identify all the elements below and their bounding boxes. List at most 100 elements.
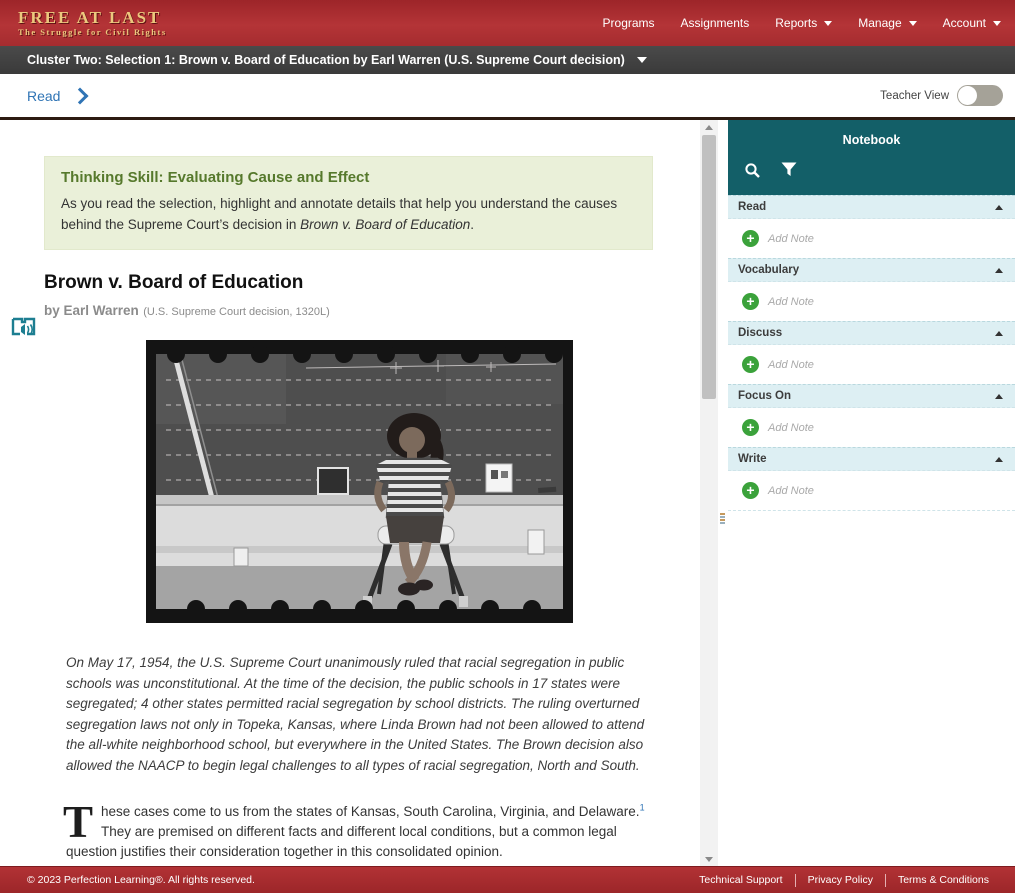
notebook-panel: Notebook Read + Add Note Vocabulary + Ad… xyxy=(728,120,1015,866)
scroll-down-arrow[interactable] xyxy=(700,852,718,866)
top-nav: Programs Assignments Reports Manage Acco… xyxy=(603,16,1001,30)
section-label: Read xyxy=(738,201,767,213)
content-scrollbar[interactable] xyxy=(700,120,718,866)
section-header-vocabulary[interactable]: Vocabulary xyxy=(728,258,1015,282)
skill-text-italic: Brown v. Board of Education xyxy=(300,217,471,232)
notebook-section-vocabulary: Vocabulary + Add Note xyxy=(728,258,1015,321)
nav-label: Manage xyxy=(858,16,902,30)
read-aloud-button[interactable] xyxy=(10,316,38,345)
breadcrumb[interactable]: Read xyxy=(27,87,89,104)
search-icon xyxy=(745,163,760,178)
section-body: + Add Note xyxy=(728,408,1015,447)
scroll-up-arrow[interactable] xyxy=(700,120,718,134)
section-header-write[interactable]: Write xyxy=(728,447,1015,471)
filter-icon xyxy=(781,162,797,176)
collapse-icon xyxy=(995,456,1003,462)
byline: by Earl Warren (U.S. Supreme Court decis… xyxy=(44,302,700,320)
paragraph-text: hese cases come to us from the states of… xyxy=(101,804,640,819)
technical-support-link[interactable]: Technical Support xyxy=(687,874,794,886)
teacher-view-label: Teacher View xyxy=(880,89,949,102)
add-note-label: Add Note xyxy=(768,358,814,371)
nav-reports[interactable]: Reports xyxy=(775,16,833,30)
nav-assignments[interactable]: Assignments xyxy=(681,16,750,30)
dropcap: T xyxy=(63,797,94,847)
add-note-button[interactable]: + Add Note xyxy=(742,293,814,310)
skill-text: . xyxy=(470,217,475,232)
section-header-read[interactable]: Read xyxy=(728,195,1015,219)
plus-icon: + xyxy=(742,293,759,310)
notebook-toolbar xyxy=(740,162,1003,179)
notebook-header: Notebook xyxy=(728,120,1015,195)
section-body: + Add Note xyxy=(728,282,1015,321)
logo-subtitle: The Struggle for Civil Rights xyxy=(18,27,167,38)
notebook-section-write: Write + Add Note xyxy=(728,447,1015,511)
add-note-label: Add Note xyxy=(768,421,814,434)
nav-label: Programs xyxy=(602,16,655,30)
notebook-section-focus-on: Focus On + Add Note xyxy=(728,384,1015,447)
plus-icon: + xyxy=(742,419,759,436)
add-note-label: Add Note xyxy=(768,484,814,497)
nav-label: Reports xyxy=(775,16,818,30)
byline-meta: (U.S. Supreme Court decision, 1320L) xyxy=(143,306,330,318)
plus-icon: + xyxy=(742,230,759,247)
add-note-button[interactable]: + Add Note xyxy=(742,230,814,247)
toggle-knob xyxy=(958,86,977,105)
thinking-skill-body: As you read the selection, highlight and… xyxy=(61,193,636,235)
app-logo[interactable]: FREE AT LAST The Struggle for Civil Righ… xyxy=(18,9,167,37)
nav-manage[interactable]: Manage xyxy=(858,16,917,30)
section-label: Write xyxy=(738,453,767,465)
caret-down-icon xyxy=(908,20,917,26)
caret-down-icon xyxy=(993,20,1001,26)
caret-down-icon xyxy=(636,57,647,63)
nav-account[interactable]: Account xyxy=(943,16,1001,30)
paragraph-text: They are premised on different facts and… xyxy=(66,824,617,859)
app-footer: © 2023 Perfection Learning®. All rights … xyxy=(0,866,1015,893)
section-label: Focus On xyxy=(738,390,792,402)
footnote-ref[interactable]: 1 xyxy=(640,803,645,813)
copyright-text: © 2023 Perfection Learning®. All rights … xyxy=(27,874,255,886)
filter-button[interactable] xyxy=(781,162,797,179)
toolbar: Read Teacher View xyxy=(0,74,1015,117)
add-note-button[interactable]: + Add Note xyxy=(742,482,814,499)
book-audio-icon xyxy=(11,317,36,336)
collapse-icon xyxy=(995,267,1003,273)
section-label: Vocabulary xyxy=(738,264,800,276)
section-header-discuss[interactable]: Discuss xyxy=(728,321,1015,345)
search-button[interactable] xyxy=(744,162,761,179)
panel-resize-handle[interactable] xyxy=(720,512,725,525)
collapse-icon xyxy=(995,330,1003,336)
privacy-policy-link[interactable]: Privacy Policy xyxy=(796,874,885,886)
breadcrumb-label: Read xyxy=(27,87,61,104)
add-note-button[interactable]: + Add Note xyxy=(742,356,814,373)
caret-down-icon xyxy=(824,20,833,26)
section-label: Discuss xyxy=(738,327,783,339)
scrollbar-thumb[interactable] xyxy=(702,135,716,399)
teacher-view-control: Teacher View xyxy=(880,85,1003,106)
add-note-button[interactable]: + Add Note xyxy=(742,419,814,436)
thinking-skill-box: Thinking Skill: Evaluating Cause and Eff… xyxy=(44,156,653,250)
triangle-up-icon xyxy=(705,124,713,130)
notebook-title: Notebook xyxy=(842,133,901,147)
app-header: FREE AT LAST The Struggle for Civil Righ… xyxy=(0,0,1015,46)
main-area: Thinking Skill: Evaluating Cause and Eff… xyxy=(0,120,1015,866)
plus-icon: + xyxy=(742,356,759,373)
terms-conditions-link[interactable]: Terms & Conditions xyxy=(886,874,1001,886)
reading-pane: Thinking Skill: Evaluating Cause and Eff… xyxy=(0,120,700,866)
byline-author: by Earl Warren xyxy=(44,303,139,318)
thinking-skill-heading: Thinking Skill: Evaluating Cause and Eff… xyxy=(61,169,370,186)
teacher-view-toggle[interactable] xyxy=(957,85,1003,106)
add-note-label: Add Note xyxy=(768,295,814,308)
panel-gap xyxy=(718,120,728,866)
selection-dropdown[interactable]: Cluster Two: Selection 1: Brown v. Board… xyxy=(0,46,1015,74)
body-paragraph: These cases come to us from the states o… xyxy=(63,797,652,862)
nav-programs[interactable]: Programs xyxy=(603,16,655,30)
intro-paragraph: On May 17, 1954, the U.S. Supreme Court … xyxy=(66,655,645,773)
section-body: + Add Note xyxy=(728,471,1015,511)
selection-title: Cluster Two: Selection 1: Brown v. Board… xyxy=(27,53,625,67)
section-body: + Add Note xyxy=(728,219,1015,258)
section-header-focus-on[interactable]: Focus On xyxy=(728,384,1015,408)
notebook-section-discuss: Discuss + Add Note xyxy=(728,321,1015,384)
article-title: Brown v. Board of Education xyxy=(44,272,304,293)
add-note-label: Add Note xyxy=(768,232,814,245)
plus-icon: + xyxy=(742,482,759,499)
